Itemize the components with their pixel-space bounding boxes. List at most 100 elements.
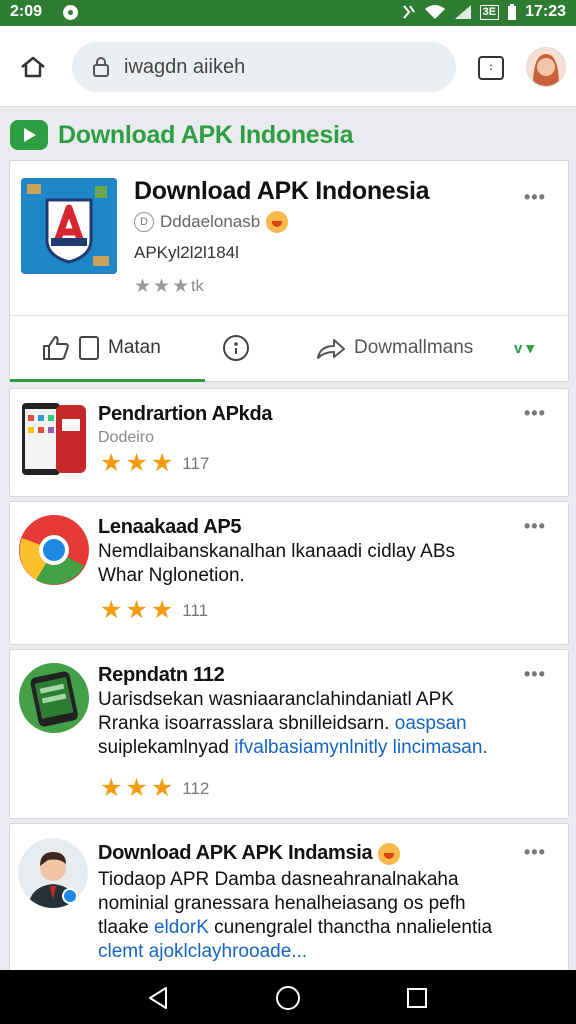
status-box-icon: 3E — [479, 4, 500, 20]
recents-square-icon[interactable] — [406, 987, 428, 1009]
notification-icon — [63, 5, 78, 20]
item-desc-text: suiplekamlnyad — [98, 737, 235, 758]
status-icons: 3E 17:23 — [402, 3, 566, 21]
rating-label: tk — [191, 277, 204, 295]
item-desc-link[interactable]: eldorK — [154, 917, 209, 938]
app-icon — [21, 178, 117, 274]
like-label: Matan — [108, 337, 161, 358]
url-text: iwagdn aiikeh — [124, 56, 246, 78]
expand-button[interactable]: v ▾ — [514, 316, 534, 380]
item-title: Lenaakaad AP5 — [98, 516, 242, 538]
app-version: APKyl2l2l184l — [134, 243, 239, 262]
emoji-icon — [377, 842, 400, 865]
item-desc-link[interactable]: oaspsan — [395, 713, 467, 734]
more-options-icon[interactable]: ••• — [524, 187, 546, 208]
star-icon: ★ — [153, 276, 171, 297]
item-desc-line: Nemdlaibanskanalhan lkanaadi cidlay ABs — [98, 541, 456, 562]
item-desc-link[interactable]: clemt ajoklclayhrooade... — [98, 940, 538, 964]
person-avatar-icon — [18, 838, 88, 908]
rating-count: 111 — [182, 600, 209, 620]
action-row: Matan Dowmallmans v ▾ — [10, 315, 568, 382]
item-desc-line: tlaake eldorK cunengralel thanctha nnali… — [98, 916, 538, 940]
star-icon: ★ — [150, 596, 174, 624]
list-item[interactable]: Pendrartion APkda Dodeiro ★ ★ ★ 117 ••• — [9, 388, 569, 497]
star-icon: ★ — [125, 596, 148, 624]
nfc-icon — [402, 5, 415, 19]
item-thumbnail — [18, 514, 90, 586]
phone-screenshot-icon — [18, 401, 88, 477]
item-desc-text: Rranka isoarrasslara sbnilleidsarn. — [98, 713, 395, 734]
star-icon: ★ — [100, 774, 123, 802]
app-logo-icon — [21, 178, 117, 274]
share-arrow-icon — [317, 339, 345, 359]
signal-icon — [454, 5, 471, 19]
item-title: Repndatn 112 — [98, 664, 225, 686]
lock-icon — [93, 57, 109, 77]
expand-label: v ▾ — [514, 340, 535, 357]
item-desc-line: nominial granessara henalheiasang os pef… — [98, 893, 466, 914]
download-button[interactable]: Dowmallmans — [316, 316, 473, 380]
rating-count: 117 — [182, 453, 210, 473]
more-options-icon[interactable]: ••• — [524, 403, 546, 424]
app-developer-row: D Dddaelonasb — [134, 211, 289, 233]
avatar[interactable] — [526, 47, 566, 87]
item-description: Uarisdsekan wasniaaranclahindaniatl APK … — [98, 688, 538, 760]
app-developer[interactable]: Dddaelonasb — [160, 212, 260, 232]
item-thumbnail — [18, 401, 88, 477]
battery-icon — [508, 3, 517, 20]
item-desc-text: tlaake — [98, 917, 154, 938]
item-desc-link[interactable]: ifvalbasiamynlnitly lincimasan. — [234, 737, 487, 758]
list-item[interactable]: Download APK APK Indamsia Tiodaop APR Da… — [9, 823, 569, 985]
item-title: Pendrartion APkda — [98, 403, 273, 425]
home-circle-icon[interactable] — [275, 985, 301, 1011]
item-desc-line: Whar Nglonetion. — [98, 565, 245, 586]
avatar-image — [527, 48, 565, 86]
like-button[interactable]: Matan — [42, 316, 161, 380]
section-title: Download APK Indonesia — [58, 120, 354, 149]
more-options-icon[interactable]: ••• — [524, 842, 546, 863]
developer-badge-icon: D — [134, 212, 154, 232]
item-rating: ★ ★ ★ 117 — [100, 451, 209, 476]
star-icon: ★ — [100, 449, 123, 477]
wifi-icon — [424, 5, 445, 19]
active-tab-indicator — [10, 379, 205, 382]
system-navigation-bar — [0, 970, 576, 1024]
address-bar[interactable]: iwagdn aiikeh — [72, 42, 456, 92]
item-thumbnail — [18, 662, 90, 734]
item-subtitle: Dodeiro — [98, 429, 155, 446]
item-desc-line: Tiodaop APR Damba dasneahranalnakaha — [98, 869, 459, 890]
item-desc-line: Rranka isoarrasslara sbnilleidsarn. oasp… — [98, 712, 538, 736]
star-icon: ★ — [125, 774, 148, 802]
star-icon: ★ — [172, 276, 190, 297]
app-rating: ★ ★ ★ tk — [134, 275, 204, 298]
back-triangle-icon[interactable] — [146, 986, 170, 1010]
info-button[interactable] — [222, 316, 250, 380]
star-icon: ★ — [150, 774, 174, 802]
more-options-icon[interactable]: ••• — [524, 664, 546, 685]
play-store-icon — [10, 120, 48, 150]
item-desc-line: suiplekamlnyad ifvalbasiamynlnitly linci… — [98, 736, 538, 760]
item-description: Tiodaop APR Damba dasneahranalnakaha nom… — [98, 868, 538, 964]
item-thumbnail — [18, 838, 88, 908]
star-icon: ★ — [100, 596, 123, 624]
item-desc-line: Uarisdsekan wasniaaranclahindaniatl APK — [98, 689, 454, 710]
more-options-icon[interactable]: ••• — [524, 516, 546, 537]
star-icon: ★ — [125, 449, 148, 477]
tabs-button[interactable]: : — [478, 56, 504, 80]
item-title-text: Download APK APK Indamsia — [98, 842, 373, 864]
home-button[interactable] — [18, 54, 48, 80]
list-item[interactable]: Repndatn 112 Uarisdsekan wasniaaranclahi… — [9, 649, 569, 819]
section-header: Download APK Indonesia — [10, 118, 354, 152]
item-desc-text: cunengralel thanctha nnalielentia — [208, 917, 493, 938]
status-bar: 2:09 3E 17:23 — [0, 0, 576, 26]
chrome-logo-icon — [19, 515, 89, 585]
emoji-icon — [266, 211, 289, 233]
info-icon — [223, 335, 249, 361]
app-card[interactable]: Download APK Indonesia D Dddaelonasb APK… — [9, 160, 569, 382]
list-item[interactable]: Lenaakaad AP5 Nemdlaibanskanalhan lkanaa… — [9, 501, 569, 645]
home-icon — [21, 56, 45, 78]
status-time-left: 2:09 — [10, 3, 43, 20]
status-time-right: 17:23 — [525, 3, 566, 20]
app-title: Download APK Indonesia — [134, 177, 430, 205]
item-title: Download APK APK Indamsia — [98, 842, 400, 865]
